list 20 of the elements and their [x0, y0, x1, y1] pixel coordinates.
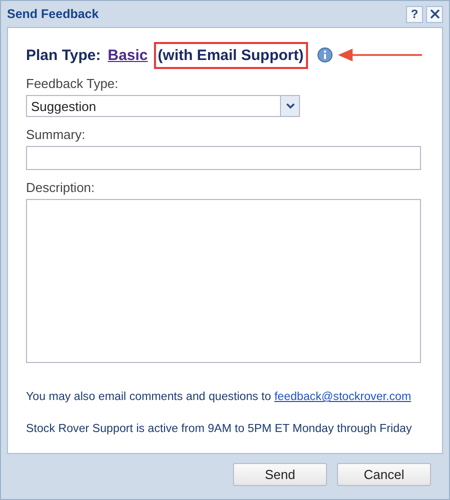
support-hours-text: Stock Rover Support is active from 9AM to 5PM ET Monday through Friday [26, 421, 413, 437]
info-icon[interactable] [316, 47, 333, 63]
plan-note: (with Email Support) [154, 42, 308, 68]
close-button[interactable] [426, 6, 443, 22]
feedback-type-dropdown[interactable]: Suggestion [26, 95, 300, 117]
help-button[interactable]: ? [406, 6, 423, 22]
email-note: You may also email comments and questions to feedback@stockrover.com [26, 389, 412, 405]
window-title: Send Feedback [7, 7, 99, 21]
send-button[interactable]: Send [233, 463, 327, 486]
field-label: Feedback Type: [26, 76, 118, 91]
close-icon [428, 8, 440, 20]
plan-label: Plan Type: [26, 46, 101, 64]
caret-icon [286, 103, 294, 109]
field-label: Summary: [26, 127, 86, 142]
description-field[interactable] [26, 198, 421, 363]
field-label: Description: [26, 180, 95, 195]
cancel-button[interactable]: Cancel [337, 463, 431, 486]
plan-link[interactable]: Basic [108, 46, 148, 64]
email-link[interactable]: feedback@stockrover.com [274, 390, 412, 403]
summary-field[interactable] [26, 146, 421, 170]
